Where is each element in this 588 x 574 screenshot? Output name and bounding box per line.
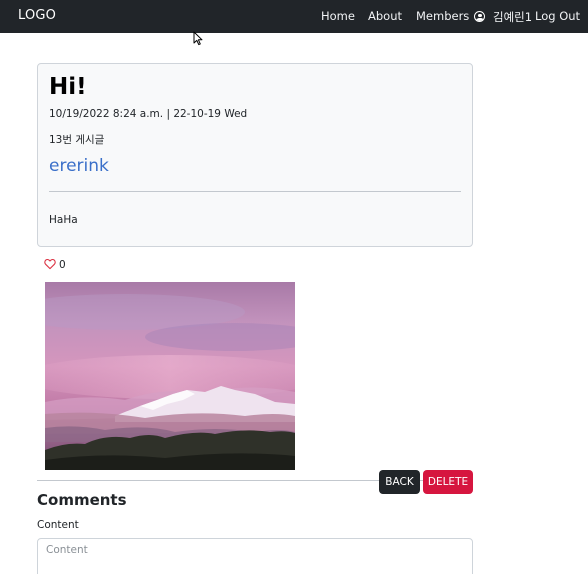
post-image <box>45 282 295 470</box>
delete-button[interactable]: DELETE <box>423 470 473 494</box>
navbar: LOGO Home About Members 김예린1 Log Out <box>0 0 588 33</box>
post-meta: 10/19/2022 8:24 a.m. | 22-10-19 Wed <box>49 108 248 120</box>
post-divider <box>49 191 461 192</box>
like-count: 0 <box>59 259 66 271</box>
comment-content-input[interactable] <box>37 538 473 574</box>
post-board-number: 13번 게시글 <box>49 134 105 146</box>
post-card: Hi! 10/19/2022 8:24 a.m. | 22-10-19 Wed … <box>37 63 473 247</box>
post-author-link[interactable]: ererink <box>49 156 109 176</box>
back-button[interactable]: BACK <box>379 470 420 494</box>
nav-about[interactable]: About <box>368 9 402 23</box>
nav-username[interactable]: 김예린1 <box>493 9 532 25</box>
post-body: HaHa <box>49 214 78 226</box>
comments-title: Comments <box>37 491 127 509</box>
nav-home[interactable]: Home <box>321 9 355 23</box>
content-label: Content <box>37 519 79 531</box>
post-title: Hi! <box>49 74 87 100</box>
nav-logout[interactable]: Log Out <box>535 9 580 23</box>
user-circle-icon <box>474 11 485 22</box>
logo[interactable]: LOGO <box>18 8 56 23</box>
mouse-pointer-icon <box>193 31 203 46</box>
heart-icon[interactable] <box>44 258 56 270</box>
nav-members[interactable]: Members <box>416 9 469 23</box>
